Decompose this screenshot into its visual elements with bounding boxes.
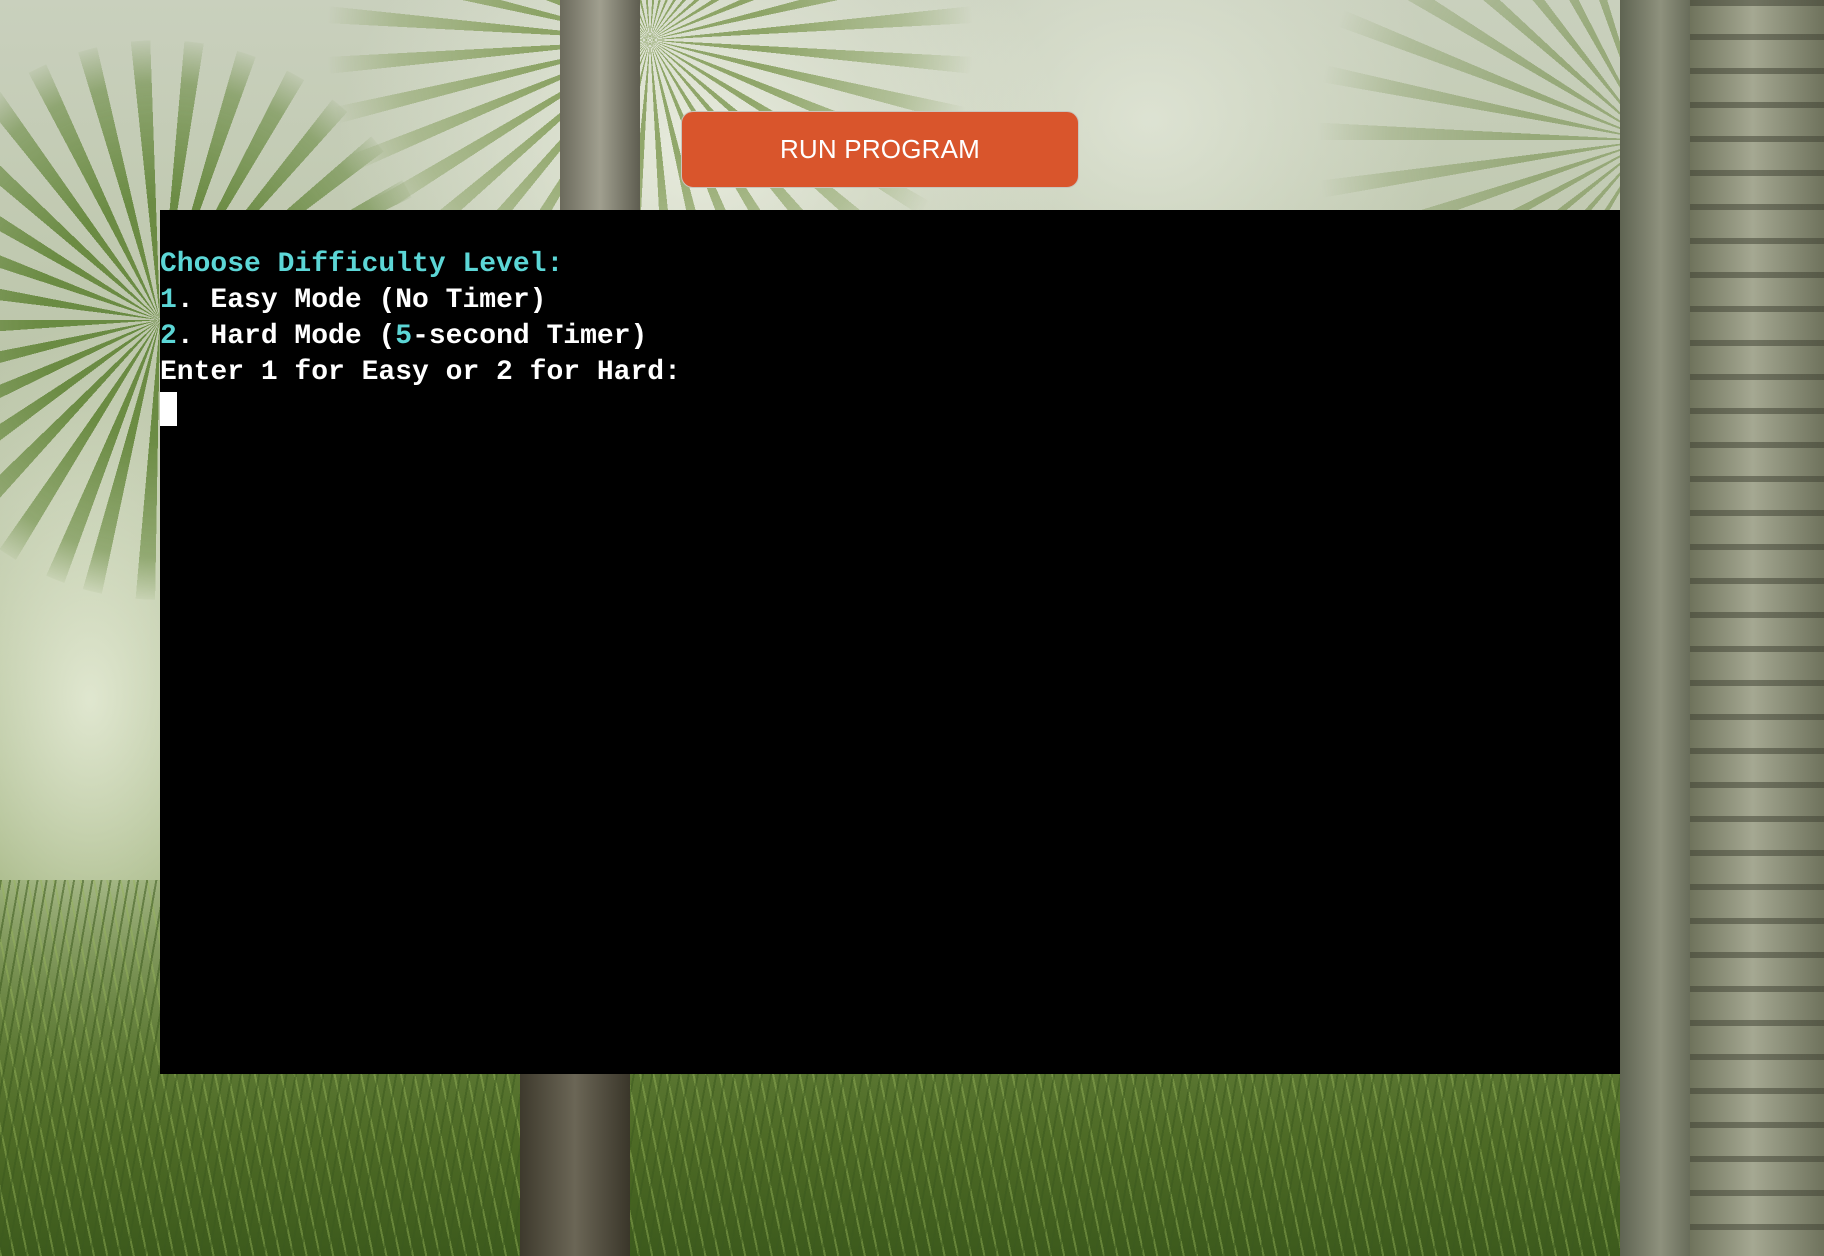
option-highlight-number: 5 xyxy=(395,321,413,352)
terminal-prompt: Enter 1 for Easy or 2 for Hard: xyxy=(160,357,681,388)
option-text: . Hard Mode ( xyxy=(176,321,396,352)
run-program-button[interactable]: RUN PROGRAM xyxy=(681,111,1079,188)
terminal-console[interactable]: Choose Difficulty Level: 1. Easy Mode (N… xyxy=(160,210,1620,1074)
text-cursor xyxy=(160,392,177,426)
terminal-option-hard: 2. Hard Mode (5-second Timer) xyxy=(160,319,1620,355)
option-text: . Easy Mode (No Timer) xyxy=(176,285,547,316)
terminal-option-easy: 1. Easy Mode (No Timer) xyxy=(160,283,1620,319)
palm-trunk-right-thick xyxy=(1690,0,1824,1256)
option-number: 1 xyxy=(160,285,177,316)
terminal-input-line[interactable] xyxy=(160,391,1620,427)
terminal-heading: Choose Difficulty Level: xyxy=(160,249,564,280)
palm-trunk-bottom xyxy=(520,1050,630,1256)
option-text-after: -second Timer) xyxy=(412,321,648,352)
option-number: 2 xyxy=(160,321,177,352)
